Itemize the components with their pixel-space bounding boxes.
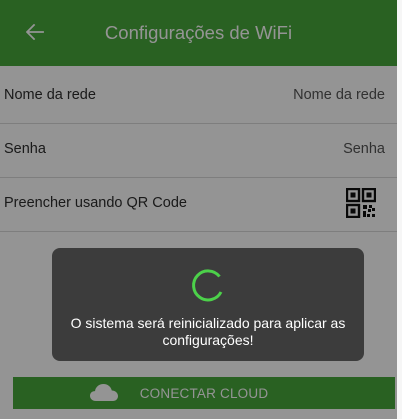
loading-spinner-icon: [188, 265, 228, 305]
restart-dialog: O sistema será reinicializado para aplic…: [52, 248, 364, 361]
dialog-message: O sistema será reinicializado para aplic…: [70, 315, 346, 348]
wifi-settings-screen: Configurações de WiFi Nome da rede Nome …: [0, 0, 397, 419]
edge-strip: [397, 0, 402, 419]
